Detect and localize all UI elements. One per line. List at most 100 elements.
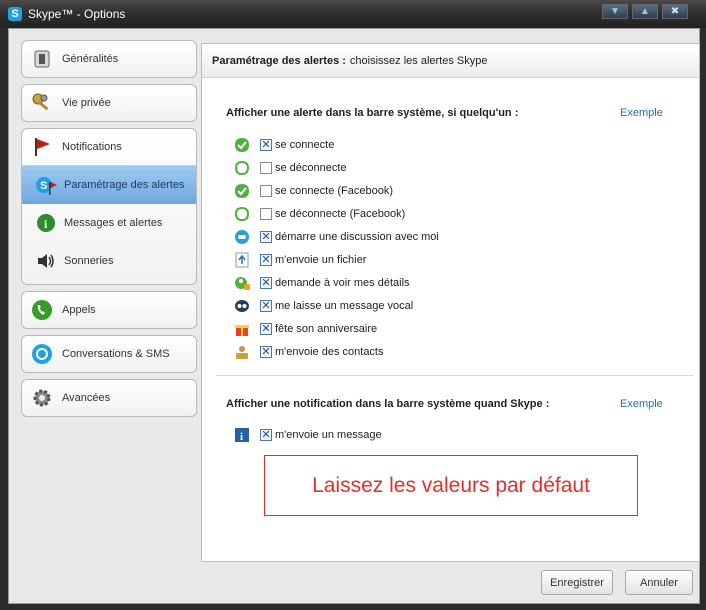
- close-button[interactable]: ✖: [662, 4, 688, 19]
- alert-row-disconnect: se déconnecte: [234, 156, 439, 179]
- sidebar-subitem-alert-settings[interactable]: S Paramétrage des alertes: [22, 166, 196, 204]
- panel-header-title: Paramétrage des alertes :: [212, 54, 346, 67]
- alert-label: se connecte: [275, 138, 335, 151]
- file-upload-icon: [234, 252, 250, 268]
- alert-label: m'envoie un fichier: [275, 253, 367, 266]
- general-icon: [30, 47, 54, 71]
- sidebar-subitem-label: Sonneries: [64, 255, 114, 267]
- alert-row-connect-facebook: se connecte (Facebook): [234, 179, 439, 202]
- alert-checkbox-requests-details[interactable]: ✕: [260, 276, 272, 289]
- alert-settings-panel: Paramétrage des alertes : choisissez les…: [201, 43, 700, 562]
- sidebar-item-conversations[interactable]: Conversations & SMS: [22, 336, 196, 372]
- section-notifications-title: Afficher une notification dans la barre …: [226, 398, 550, 410]
- sidebar: Généralités Vie privée Notifications S P…: [21, 40, 197, 423]
- section-alerts-title: Afficher une alerte dans la barre systèm…: [226, 107, 519, 119]
- skype-logo-icon: S: [8, 7, 22, 21]
- phone-icon: [30, 298, 54, 322]
- sidebar-item-label: Vie privée: [62, 97, 111, 109]
- alert-row-connect: ✕ se connecte: [234, 133, 439, 156]
- offline-status-icon: [234, 206, 250, 222]
- sidebar-subitem-ringtones[interactable]: Sonneries: [22, 242, 196, 280]
- sidebar-item-label: Conversations & SMS: [62, 348, 170, 360]
- skype-flag-icon: S: [34, 173, 58, 197]
- svg-text:S: S: [40, 180, 47, 192]
- sidebar-group-general: Généralités: [21, 40, 197, 78]
- options-window: S Skype™ - Options ▼ ▲ ✖ Généralités Vie…: [0, 0, 706, 610]
- sidebar-subitem-label: Paramétrage des alertes: [64, 179, 185, 191]
- offline-status-icon: [234, 160, 250, 176]
- sidebar-group-privacy: Vie privée: [21, 84, 197, 122]
- alert-checkbox-disconnect-facebook[interactable]: [260, 207, 272, 220]
- sidebar-item-label: Avancées: [62, 392, 111, 404]
- options-client-area: Généralités Vie privée Notifications S P…: [8, 28, 700, 604]
- sidebar-group-advanced: Avancées: [21, 379, 197, 417]
- online-status-icon: [234, 137, 250, 153]
- save-button[interactable]: Enregistrer: [541, 570, 613, 595]
- online-status-icon: [234, 183, 250, 199]
- contact-request-icon: [234, 275, 250, 291]
- sidebar-subitem-messages-alerts[interactable]: i Messages et alertes: [22, 204, 196, 242]
- alert-row-sends-contacts: ✕ m'envoie des contacts: [234, 340, 439, 363]
- alert-label: fête son anniversaire: [275, 322, 378, 335]
- alert-label: m'envoie des contacts: [275, 345, 384, 358]
- sidebar-item-label: Généralités: [62, 53, 119, 65]
- sidebar-subitem-label: Messages et alertes: [64, 217, 163, 229]
- speaker-icon: [34, 249, 58, 273]
- alert-options-list: ✕ se connecte se déconnecte se connecte …: [234, 133, 439, 363]
- title-bar[interactable]: S Skype™ - Options ▼ ▲ ✖: [0, 0, 706, 28]
- alert-label: se déconnecte (Facebook): [275, 207, 406, 220]
- sidebar-item-privacy[interactable]: Vie privée: [22, 85, 196, 121]
- alert-checkbox-connect[interactable]: ✕: [260, 138, 272, 151]
- default-values-notice: Laissez les valeurs par défaut: [264, 455, 638, 516]
- alert-checkbox-sends-contacts[interactable]: ✕: [260, 345, 272, 358]
- svg-text:i: i: [240, 431, 243, 443]
- alert-label: me laisse un message vocal: [275, 299, 414, 312]
- info-icon: i: [34, 211, 58, 235]
- sidebar-item-label: Notifications: [62, 141, 122, 153]
- panel-header: Paramétrage des alertes : choisissez les…: [202, 44, 699, 78]
- alert-checkbox-starts-chat[interactable]: ✕: [260, 230, 272, 243]
- section-divider: [216, 375, 694, 376]
- privacy-keys-icon: [30, 91, 54, 115]
- alert-row-sends-file: ✕ m'envoie un fichier: [234, 248, 439, 271]
- minimize-button[interactable]: ▼: [602, 4, 628, 19]
- alert-row-birthday: ✕ fête son anniversaire: [234, 317, 439, 340]
- notification-row-sends-message: i ✕ m'envoie un message: [234, 423, 382, 446]
- alert-row-voicemail: ✕ me laisse un message vocal: [234, 294, 439, 317]
- window-title: Skype™ - Options: [28, 7, 126, 21]
- alert-row-starts-chat: ✕ démarre une discussion avec moi: [234, 225, 439, 248]
- gift-icon: [234, 321, 250, 337]
- contacts-icon: [234, 344, 250, 360]
- gear-icon: [30, 386, 54, 410]
- alert-label: démarre une discussion avec moi: [275, 230, 439, 243]
- example-link-notifications[interactable]: Exemple: [620, 398, 663, 410]
- notifications-sublist: S Paramétrage des alertes i Messages et …: [22, 165, 196, 284]
- chat-bubble-icon: [234, 229, 250, 245]
- flag-icon: [30, 135, 54, 159]
- alert-checkbox-birthday[interactable]: ✕: [260, 322, 272, 335]
- notification-label: m'envoie un message: [275, 428, 382, 441]
- sidebar-group-notifications: Notifications S Paramétrage des alertes …: [21, 128, 197, 285]
- notification-options-list: i ✕ m'envoie un message: [234, 423, 382, 446]
- alert-label: demande à voir mes détails: [275, 276, 410, 289]
- sidebar-item-calls[interactable]: Appels: [22, 292, 196, 328]
- notification-checkbox-sends-message[interactable]: ✕: [260, 428, 272, 441]
- maximize-button[interactable]: ▲: [632, 4, 658, 19]
- alert-checkbox-sends-file[interactable]: ✕: [260, 253, 272, 266]
- alert-checkbox-connect-facebook[interactable]: [260, 184, 272, 197]
- example-link-alerts[interactable]: Exemple: [620, 107, 663, 119]
- sidebar-item-general[interactable]: Généralités: [22, 41, 196, 77]
- alert-checkbox-disconnect[interactable]: [260, 161, 272, 174]
- chat-icon: [30, 342, 54, 366]
- alert-row-disconnect-facebook: se déconnecte (Facebook): [234, 202, 439, 225]
- sidebar-group-calls: Appels: [21, 291, 197, 329]
- sidebar-item-advanced[interactable]: Avancées: [22, 380, 196, 416]
- sidebar-item-notifications[interactable]: Notifications: [22, 129, 196, 165]
- alert-label: se déconnecte: [275, 161, 347, 174]
- panel-header-subtitle: choisissez les alertes Skype: [349, 54, 488, 67]
- alert-label: se connecte (Facebook): [275, 184, 394, 197]
- alert-row-requests-details: ✕ demande à voir mes détails: [234, 271, 439, 294]
- cancel-button[interactable]: Annuler: [625, 570, 693, 595]
- voicemail-icon: [234, 298, 250, 314]
- alert-checkbox-voicemail[interactable]: ✕: [260, 299, 272, 312]
